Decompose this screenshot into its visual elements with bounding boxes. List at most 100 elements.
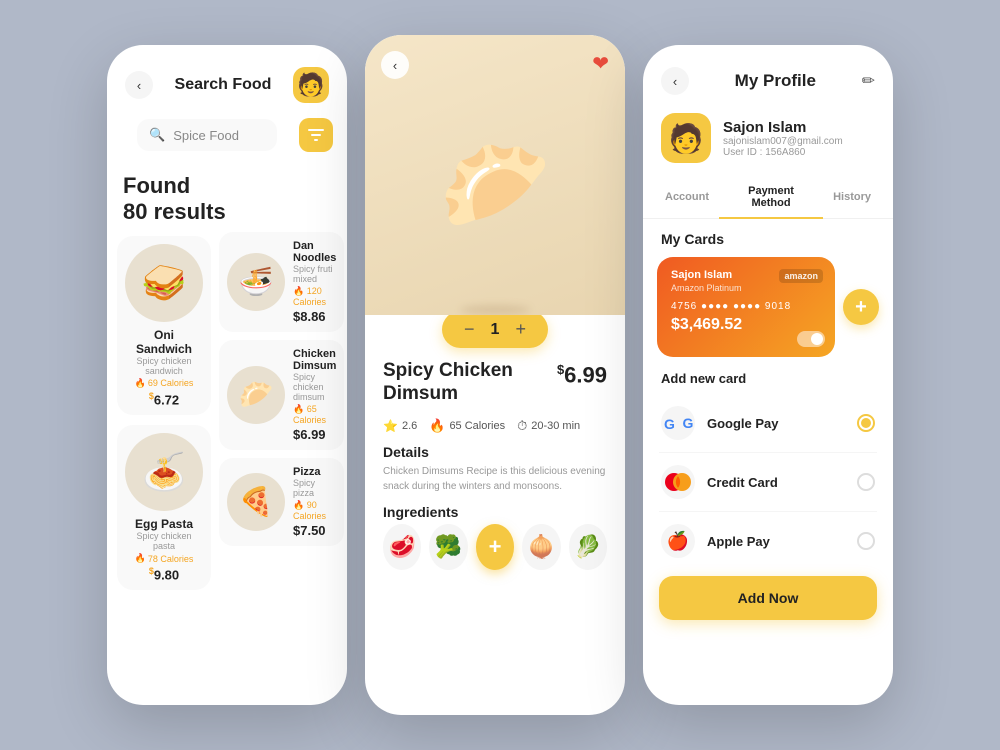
food-detail-body: − 1 + Spicy Chicken Dimsum $6.99 ⭐ 2.6 🔥… bbox=[365, 315, 625, 715]
payment-option-google-pay[interactable]: G G Google Pay bbox=[643, 396, 893, 450]
food-list: 🥪 Oni Sandwich Spicy chicken sandwich 🔥 … bbox=[107, 230, 347, 705]
credit-card-radio[interactable] bbox=[857, 473, 875, 491]
ingredient-item: 🧅 bbox=[522, 524, 560, 570]
card-toggle[interactable] bbox=[797, 331, 825, 347]
details-section-title: Details bbox=[383, 444, 607, 460]
filter-button[interactable] bbox=[299, 118, 333, 152]
food-price: $6.99 bbox=[293, 427, 336, 442]
filter-icon bbox=[308, 128, 324, 142]
add-new-card-title: Add new card bbox=[643, 371, 893, 396]
quantity-value: 1 bbox=[491, 321, 500, 339]
list-item[interactable]: 🍝 Egg Pasta Spicy chicken pasta 🔥 78 Cal… bbox=[117, 425, 211, 590]
results-count: Found 80 results bbox=[107, 165, 347, 230]
divider bbox=[659, 452, 877, 453]
quantity-pill: − 1 + bbox=[442, 315, 548, 348]
back-icon: ‹ bbox=[137, 78, 141, 93]
decrease-button[interactable]: − bbox=[464, 319, 475, 340]
food-subtitle: Spicy chicken sandwich bbox=[125, 356, 203, 376]
food-name: Oni Sandwich bbox=[125, 328, 203, 356]
google-pay-radio[interactable] bbox=[857, 414, 875, 432]
add-ingredient-button[interactable]: + bbox=[476, 524, 514, 570]
food-subtitle: Spicy chicken dimsum bbox=[293, 372, 336, 402]
search-header: ‹ Search Food 🧑 bbox=[107, 45, 347, 113]
food-list-left: 🥪 Oni Sandwich Spicy chicken sandwich 🔥 … bbox=[117, 230, 211, 695]
avatar-button[interactable]: 🧑 bbox=[293, 67, 329, 103]
food-description: Chicken Dimsums Recipe is this delicious… bbox=[383, 464, 607, 494]
search-bar[interactable]: 🔍 Spice Food bbox=[137, 119, 277, 151]
add-card-button[interactable]: + bbox=[843, 289, 879, 325]
list-item[interactable]: 🥪 Oni Sandwich Spicy chicken sandwich 🔥 … bbox=[117, 236, 211, 415]
back-button[interactable]: ‹ bbox=[381, 51, 409, 79]
avatar-emoji: 🧑 bbox=[669, 122, 704, 155]
search-food-screen: ‹ Search Food 🧑 🔍 Spice Food Found 80 re… bbox=[107, 45, 347, 705]
search-input[interactable]: Spice Food bbox=[173, 128, 265, 143]
food-name: Chicken Dimsum bbox=[293, 348, 336, 372]
tab-history[interactable]: History bbox=[823, 183, 881, 213]
avatar-icon: 🧑 bbox=[297, 72, 324, 98]
page-title: My Profile bbox=[735, 71, 816, 91]
heart-icon[interactable]: ❤ bbox=[592, 51, 609, 76]
food-hero-image: ‹ ❤ 🥟 bbox=[365, 35, 625, 315]
food-image: 🍝 bbox=[125, 433, 203, 511]
ingredients-list: 🥩 🥦 + 🧅 🥬 bbox=[383, 524, 607, 570]
ingredient-item: 🥩 bbox=[383, 524, 421, 570]
profile-info: 🧑 Sajon Islam sajonislam007@gmail.com Us… bbox=[643, 105, 893, 177]
food-image: 🥪 bbox=[125, 244, 203, 322]
credit-card: Sajon Islam amazon Amazon Platinum 4756 … bbox=[657, 257, 835, 357]
google-pay-label: Google Pay bbox=[707, 416, 845, 431]
back-icon: ‹ bbox=[673, 74, 677, 89]
my-cards-title: My Cards bbox=[643, 231, 893, 257]
card-type: Amazon Platinum bbox=[671, 283, 821, 293]
apple-pay-icon: 🍎 bbox=[661, 524, 695, 558]
list-item[interactable]: 🍜 Dan Noodles Spicy fruti mixed 🔥 120 Ca… bbox=[219, 232, 344, 332]
increase-button[interactable]: + bbox=[515, 319, 526, 340]
back-button[interactable]: ‹ bbox=[125, 71, 153, 99]
user-name: Sajon Islam bbox=[723, 119, 843, 136]
calorie-stat: 🔥 65 Calories bbox=[429, 418, 505, 434]
food-price: $8.86 bbox=[293, 309, 336, 324]
page-title: Search Food bbox=[175, 76, 272, 94]
food-price: $6.72 bbox=[149, 391, 179, 407]
card-number: 4756 ●●●● ●●●● 9018 bbox=[671, 301, 821, 312]
credit-card-label: Credit Card bbox=[707, 475, 845, 490]
food-subtitle: Spicy chicken pasta bbox=[125, 531, 203, 551]
avatar: 🧑 bbox=[661, 113, 711, 163]
food-calories: 🔥 78 Calories bbox=[135, 553, 194, 564]
google-pay-icon: G G bbox=[661, 406, 695, 440]
food-list-right: 🍜 Dan Noodles Spicy fruti mixed 🔥 120 Ca… bbox=[219, 230, 344, 695]
payment-option-apple-pay[interactable]: 🍎 Apple Pay bbox=[643, 514, 893, 568]
card-balance: $3,469.52 bbox=[671, 316, 821, 334]
card-row: Sajon Islam amazon Amazon Platinum 4756 … bbox=[643, 257, 893, 371]
credit-card-icon bbox=[661, 465, 695, 499]
time-stat: ⏱ 20-30 min bbox=[517, 418, 580, 434]
divider bbox=[659, 511, 877, 512]
food-name: Dan Noodles bbox=[293, 240, 336, 264]
list-item[interactable]: 🍕 Pizza Spicy pizza 🔥 90 Calories $7.50 bbox=[219, 458, 344, 546]
user-id: User ID : 156A860 bbox=[723, 147, 843, 158]
add-now-button[interactable]: Add Now bbox=[659, 576, 877, 620]
apple-pay-radio[interactable] bbox=[857, 532, 875, 550]
ingredients-section-title: Ingredients bbox=[383, 504, 607, 520]
toggle-thumb bbox=[811, 333, 823, 345]
card-brand: amazon bbox=[779, 269, 823, 283]
food-calories: 🔥 65 Calories bbox=[293, 404, 336, 425]
food-price: $7.50 bbox=[293, 523, 336, 538]
food-name: Spicy Chicken Dimsum bbox=[383, 360, 557, 406]
list-item[interactable]: 🥟 Chicken Dimsum Spicy chicken dimsum 🔥 … bbox=[219, 340, 344, 450]
edit-button[interactable]: ✏ bbox=[862, 71, 875, 91]
apple-pay-label: Apple Pay bbox=[707, 534, 845, 549]
add-icon: + bbox=[855, 296, 867, 319]
rating-stat: ⭐ 2.6 bbox=[383, 419, 417, 433]
back-button[interactable]: ‹ bbox=[661, 67, 689, 95]
ingredient-item: 🥦 bbox=[429, 524, 467, 570]
profile-header: ‹ My Profile ✏ bbox=[643, 45, 893, 105]
food-calories: 🔥 90 Calories bbox=[293, 500, 336, 521]
tab-payment-method[interactable]: Payment Method bbox=[719, 177, 823, 219]
food-stats: ⭐ 2.6 🔥 65 Calories ⏱ 20-30 min bbox=[383, 418, 607, 434]
profile-screen: ‹ My Profile ✏ 🧑 Sajon Islam sajonislam0… bbox=[643, 45, 893, 705]
hero-food-emoji: 🥟 bbox=[439, 133, 551, 238]
payment-option-credit-card[interactable]: Credit Card bbox=[643, 455, 893, 509]
user-email: sajonislam007@gmail.com bbox=[723, 136, 843, 147]
search-icon: 🔍 bbox=[149, 127, 165, 143]
tab-account[interactable]: Account bbox=[655, 183, 719, 213]
